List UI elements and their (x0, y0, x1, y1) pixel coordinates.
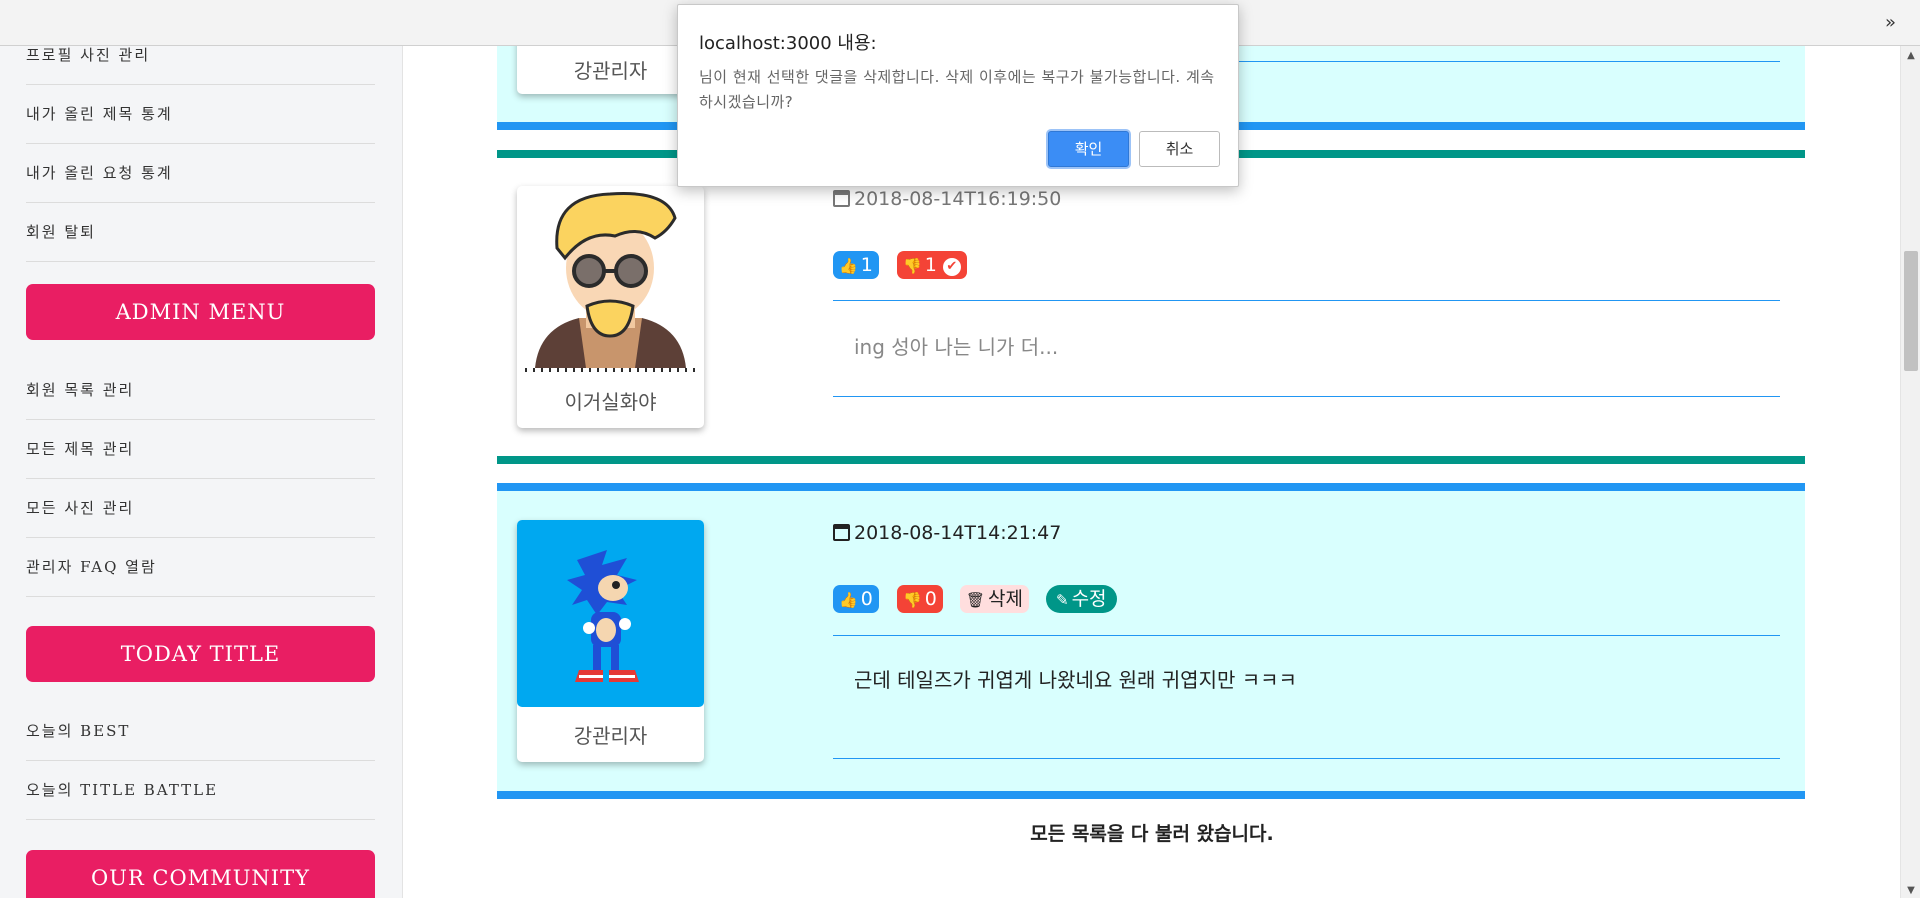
edit-button[interactable]: ✎ 수정 (1046, 585, 1117, 613)
like-button[interactable]: 👍 0 (833, 585, 879, 613)
sidebar-link-profile-photo[interactable]: 프로필 사진 관리 (26, 46, 375, 85)
sidebar-link-all-photos[interactable]: 모든 사진 관리 (26, 479, 375, 538)
sidebar-link-withdraw[interactable]: 회원 탈퇴 (26, 203, 375, 262)
thumbs-up-icon: 👍 (839, 257, 858, 275)
confirm-ok-button[interactable]: 확인 (1048, 131, 1129, 167)
like-button[interactable]: 👍 1 (833, 251, 879, 279)
dislike-count: 0 (924, 588, 937, 610)
hipster-avatar-icon (525, 192, 696, 372)
sidebar-link-today-best[interactable]: 오늘의 BEST (26, 702, 375, 761)
author-name: 강관리자 (573, 724, 648, 748)
date-text: 2018-08-14T16:19:50 (854, 188, 1062, 210)
thumbs-up-icon: 👍 (839, 591, 858, 609)
calendar-icon (833, 190, 850, 207)
scrollbar-thumb[interactable] (1904, 251, 1918, 371)
author-card: 강관리자 (517, 520, 704, 762)
all-loaded-message: 모든 목록을 다 불러 왔습니다. (1030, 823, 1274, 845)
confirm-dialog: localhost:3000 내용: 님이 현재 선택한 댓글을 삭제합니다. … (677, 4, 1239, 187)
like-count: 0 (860, 588, 873, 610)
page-scrollbar[interactable]: ▲ ▼ (1900, 46, 1920, 898)
trash-icon: 🗑 (966, 591, 986, 609)
sidebar-link-my-title-stats[interactable]: 내가 올린 제목 통계 (26, 85, 375, 144)
like-count: 1 (860, 254, 873, 276)
dialog-message: 님이 현재 선택한 댓글을 삭제합니다. 삭제 이후에는 복구가 불가능합니다.… (699, 68, 1215, 111)
divider-line (833, 635, 1780, 636)
confirm-cancel-button[interactable]: 취소 (1139, 131, 1220, 167)
edit-label: 수정 (1071, 588, 1107, 610)
comment-text: 근데 테일즈가 귀엽게 나왔네요 원래 귀엽지만 ㅋㅋㅋ (854, 668, 1297, 692)
sidebar: 프로필 사진 관리 내가 올린 제목 통계 내가 올린 요청 통계 회원 탈퇴 … (0, 46, 403, 898)
thumbs-down-icon: 👎 (903, 257, 922, 275)
divider-line (833, 300, 1780, 301)
scroll-up-arrow-icon[interactable]: ▲ (1901, 50, 1920, 61)
thumbs-down-icon: 👎 (903, 591, 922, 609)
calendar-icon (833, 524, 850, 541)
author-name: 이거실화야 (564, 390, 657, 414)
delete-button[interactable]: 🗑 삭제 (960, 585, 1030, 613)
eraser-icon: ✎ (1056, 591, 1069, 609)
today-title-button[interactable]: TODAY TITLE (26, 626, 375, 682)
comment-text: ing 성아 나는 니가 더... (854, 335, 1059, 359)
comment-top-bar (497, 483, 1805, 491)
date-text: 2018-08-14T14:21:47 (854, 522, 1062, 544)
our-community-button[interactable]: OUR COMMUNITY (26, 850, 375, 898)
dislike-button[interactable]: 👎 1 ✔ (897, 251, 967, 279)
check-circle-icon: ✔ (942, 258, 961, 276)
sidebar-link-admin-faq[interactable]: 관리자 FAQ 열람 (26, 538, 375, 597)
comment-date: 2018-08-14T16:19:50 (833, 188, 1061, 210)
sidebar-link-my-request-stats[interactable]: 내가 올린 요청 통계 (26, 144, 375, 203)
divider-line (833, 758, 1780, 759)
sidebar-link-title-battle[interactable]: 오늘의 TITLE BATTLE (26, 761, 375, 820)
comment-bottom-bar (497, 456, 1805, 464)
sidebar-link-member-list[interactable]: 회원 목록 관리 (26, 361, 375, 420)
author-card: 강관리자 (517, 46, 704, 94)
delete-label: 삭제 (988, 588, 1024, 610)
author-card: 이거실화야 (517, 186, 704, 428)
sonic-avatar-icon (517, 520, 704, 707)
divider-line (833, 396, 1780, 397)
sidebar-link-all-titles[interactable]: 모든 제목 관리 (26, 420, 375, 479)
author-name: 강관리자 (573, 59, 648, 83)
comment-bottom-bar (497, 791, 1805, 799)
toolbar-overflow-icon[interactable]: » (1885, 12, 1896, 33)
dialog-title: localhost:3000 내용: (699, 33, 877, 54)
dislike-count: 1 (924, 254, 937, 276)
scroll-down-arrow-icon[interactable]: ▼ (1901, 885, 1920, 896)
dislike-button[interactable]: 👎 0 (897, 585, 943, 613)
comment-date: 2018-08-14T14:21:47 (833, 522, 1061, 544)
admin-menu-button[interactable]: ADMIN MENU (26, 284, 375, 340)
